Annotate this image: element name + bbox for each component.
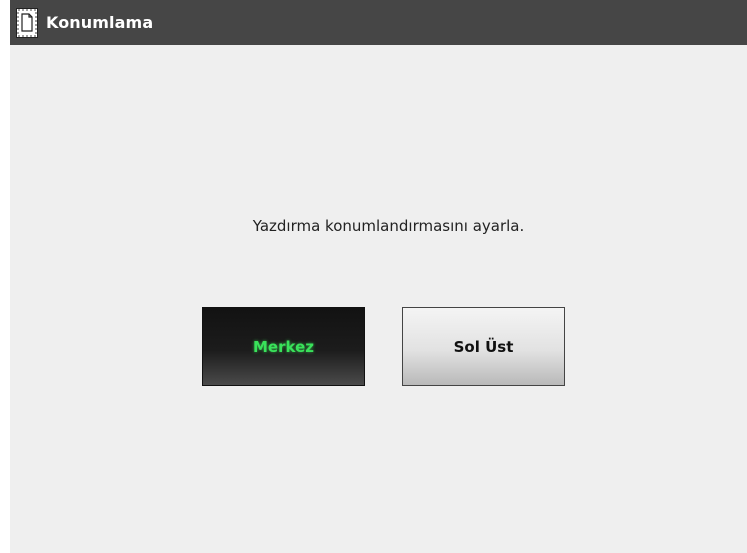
center-button[interactable]: Merkez (202, 307, 365, 386)
center-button-label: Merkez (253, 337, 314, 356)
page-position-icon (16, 7, 38, 38)
title-bar: Konumlama (10, 0, 747, 45)
positioning-window: Konumlama Yazdırma konumlandırmasını aya… (10, 0, 747, 553)
window-title: Konumlama (46, 13, 154, 32)
instruction-text: Yazdırma konumlandırmasını ayarla. (252, 217, 525, 235)
top-left-button[interactable]: Sol Üst (402, 307, 565, 386)
top-left-button-label: Sol Üst (453, 337, 514, 356)
